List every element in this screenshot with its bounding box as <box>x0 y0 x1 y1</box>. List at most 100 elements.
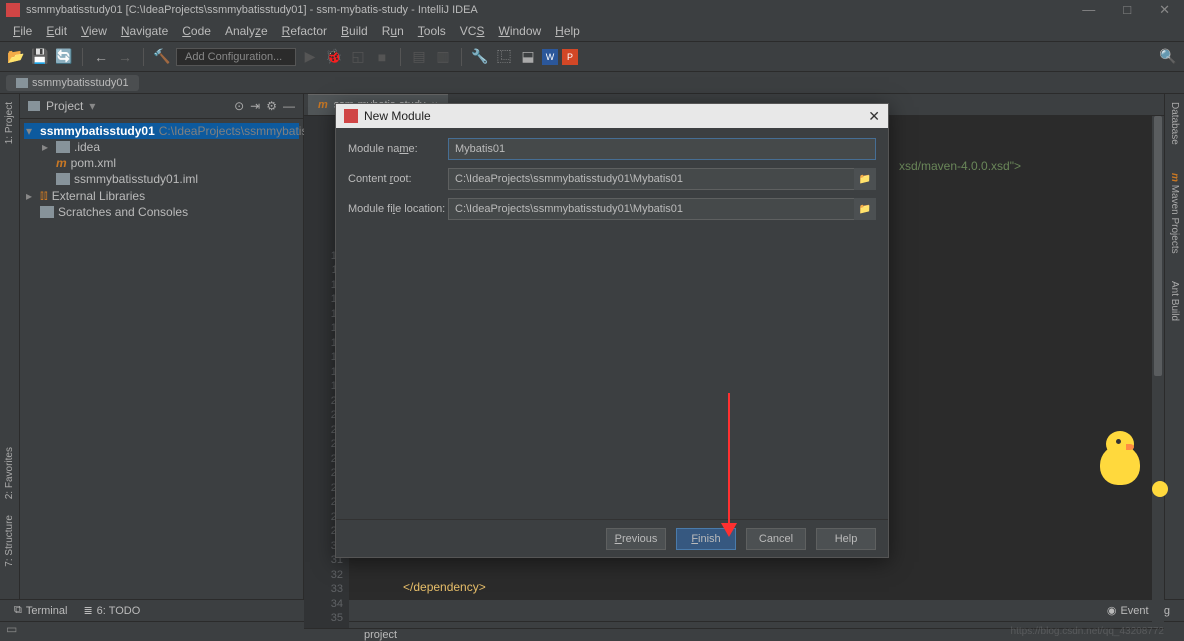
rail-project[interactable]: 1: Project <box>4 98 15 148</box>
run-icon[interactable]: ▶ <box>300 47 320 67</box>
rail-structure[interactable]: 7: Structure <box>4 511 15 571</box>
rail-ant[interactable]: Ant Build <box>1169 277 1180 325</box>
maven-icon: m <box>56 156 67 170</box>
folder-icon <box>16 78 28 88</box>
wrench-icon[interactable]: 🔧 <box>470 47 490 67</box>
menu-vcs[interactable]: VCS <box>453 24 492 38</box>
code-text: xsd/maven-4.0.0.xsd"> <box>899 159 1021 173</box>
editor-breadcrumb-item[interactable]: project <box>364 629 397 641</box>
menu-file[interactable]: File <box>6 24 39 38</box>
gear-icon[interactable]: ⚙ <box>266 99 277 113</box>
target-icon[interactable]: ⊙ <box>234 99 244 113</box>
tree-root-name: ssmmybatisstudy01 <box>40 124 155 138</box>
stop-icon[interactable]: ■ <box>372 47 392 67</box>
sdk-icon[interactable]: ⬓ <box>518 47 538 67</box>
maximize-icon[interactable]: □ <box>1123 2 1131 18</box>
left-tool-rail: 1: Project 2: Favorites 7: Structure <box>0 94 20 599</box>
chevron-right-icon[interactable]: ▸ <box>42 140 52 154</box>
save-icon[interactable]: 💾 <box>30 47 50 67</box>
menu-build[interactable]: Build <box>334 24 375 38</box>
todo-icon: ≣ <box>83 604 92 617</box>
library-icon: ⫾⫾ <box>40 188 48 203</box>
module-name-label: Module name: <box>348 143 448 155</box>
rail-maven[interactable]: m Maven Projects <box>1169 169 1180 258</box>
chevron-down-icon[interactable]: ▾ <box>89 99 95 113</box>
layout1-icon[interactable]: ▤ <box>409 47 429 67</box>
collapse-icon[interactable]: ⇥ <box>250 99 260 113</box>
hide-icon[interactable]: — <box>283 99 295 113</box>
duck-mascot <box>1094 431 1154 501</box>
word-icon[interactable]: W <box>542 49 558 65</box>
project-tree: ▾ ssmmybatisstudy01 C:\IdeaProjects\ssmm… <box>20 119 303 224</box>
editor-scrollbar[interactable] <box>1152 116 1164 628</box>
todo-tool[interactable]: ≣6: TODO <box>75 604 148 617</box>
separator <box>400 48 401 66</box>
chevron-right-icon[interactable]: ▸ <box>26 189 36 203</box>
module-location-input[interactable] <box>448 198 855 220</box>
window-title: ssmmybatisstudy01 [C:\IdeaProjects\ssmmy… <box>26 4 478 16</box>
help-button[interactable]: Help <box>816 528 876 550</box>
dialog-body: Module name: Content root: 📁 Module file… <box>336 128 888 519</box>
project-panel-header: Project ▾ ⊙ ⇥ ⚙ — <box>20 94 303 119</box>
tree-label: .idea <box>74 140 100 154</box>
structure-icon[interactable]: ⿺ <box>494 47 514 67</box>
menu-window[interactable]: Window <box>491 24 548 38</box>
toggle-tools-icon[interactable]: ▭ <box>0 620 23 638</box>
menu-code[interactable]: Code <box>175 24 218 38</box>
breadcrumb-root[interactable]: ssmmybatisstudy01 <box>6 75 139 91</box>
module-name-input[interactable] <box>448 138 876 160</box>
content-root-input[interactable] <box>448 168 855 190</box>
cancel-button[interactable]: Cancel <box>746 528 806 550</box>
close-window-icon[interactable]: ✕ <box>1159 2 1170 18</box>
scrollbar-thumb[interactable] <box>1154 116 1162 376</box>
menu-refactor[interactable]: Refactor <box>275 24 334 38</box>
menu-edit[interactable]: Edit <box>39 24 74 38</box>
search-everywhere-icon[interactable]: 🔍 <box>1158 47 1178 67</box>
close-dialog-icon[interactable]: ✕ <box>868 108 880 125</box>
dialog-title: New Module <box>364 109 431 123</box>
menu-analyze[interactable]: Analyze <box>218 24 275 38</box>
folder-icon: 📁 <box>859 174 871 185</box>
open-icon[interactable]: 📂 <box>6 47 26 67</box>
tree-ext-libs[interactable]: ▸ ⫾⫾ External Libraries <box>24 187 299 204</box>
layout2-icon[interactable]: ▥ <box>433 47 453 67</box>
menu-tools[interactable]: Tools <box>411 24 453 38</box>
module-location-label: Module file location: <box>348 203 448 215</box>
new-module-dialog: New Module ✕ Module name: Content root: … <box>335 103 889 558</box>
tree-iml[interactable]: ssmmybatisstudy01.iml <box>24 171 299 187</box>
menu-run[interactable]: Run <box>375 24 411 38</box>
tree-pom[interactable]: m pom.xml <box>24 155 299 171</box>
forward-icon[interactable]: → <box>115 47 135 67</box>
content-root-label: Content root: <box>348 173 448 185</box>
coverage-icon[interactable]: ◱ <box>348 47 368 67</box>
debug-icon[interactable]: 🐞 <box>324 47 344 67</box>
menubar: File Edit View Navigate Code Analyze Ref… <box>0 20 1184 42</box>
build-icon[interactable]: 🔨 <box>152 47 172 67</box>
folder-icon <box>28 101 40 111</box>
tree-scratches[interactable]: Scratches and Consoles <box>24 204 299 220</box>
previous-button[interactable]: Previous <box>606 528 666 550</box>
chevron-down-icon[interactable]: ▾ <box>26 124 32 138</box>
minimize-icon[interactable]: — <box>1082 2 1095 18</box>
separator <box>82 48 83 66</box>
tree-idea[interactable]: ▸ .idea <box>24 139 299 155</box>
browse-location-button[interactable]: 📁 <box>854 198 876 220</box>
rail-database[interactable]: Database <box>1169 98 1180 149</box>
browse-content-root-button[interactable]: 📁 <box>854 168 876 190</box>
menu-navigate[interactable]: Navigate <box>114 24 175 38</box>
tree-label: Scratches and Consoles <box>58 205 188 219</box>
rail-favorites[interactable]: 2: Favorites <box>4 443 15 503</box>
annotation-arrow-head <box>721 523 737 537</box>
ppt-icon[interactable]: P <box>562 49 578 65</box>
menu-view[interactable]: View <box>74 24 114 38</box>
menu-help[interactable]: Help <box>548 24 587 38</box>
terminal-tool[interactable]: ⧉Terminal <box>6 604 75 617</box>
app-icon <box>344 109 358 123</box>
project-panel-title: Project <box>46 99 83 113</box>
back-icon[interactable]: ← <box>91 47 111 67</box>
tree-root[interactable]: ▾ ssmmybatisstudy01 C:\IdeaProjects\ssmm… <box>24 123 299 139</box>
run-config-selector[interactable]: Add Configuration... <box>176 48 296 66</box>
right-tool-rail: Database m Maven Projects Ant Build <box>1164 94 1184 599</box>
dialog-titlebar: New Module ✕ <box>336 104 888 128</box>
refresh-icon[interactable]: 🔄 <box>54 47 74 67</box>
